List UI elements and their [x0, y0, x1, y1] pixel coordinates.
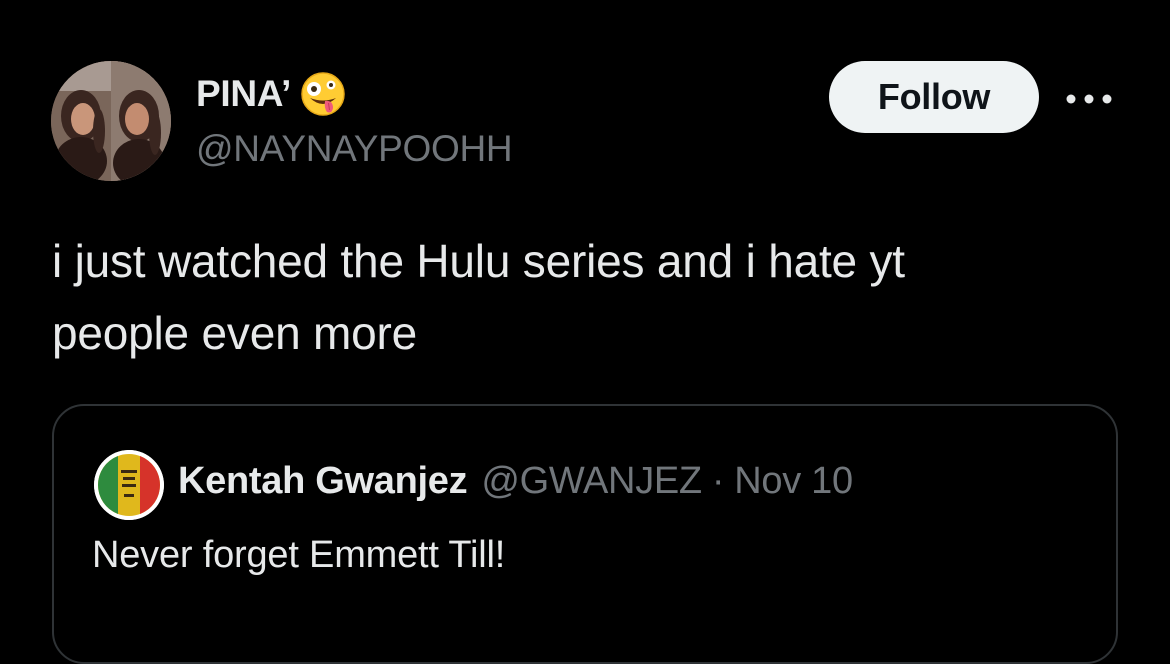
tweet-text-line-2: people even more [52, 307, 418, 359]
quoted-author-avatar[interactable] [94, 450, 164, 520]
author-handle[interactable]: @NAYNAYPOOHH [196, 128, 513, 170]
quoted-tweet-text: Never forget Emmett Till! [92, 534, 506, 576]
tweet-text-line-1: i just watched the Hulu series and i hat… [52, 235, 905, 287]
quoted-tweet-card[interactable]: Kentah Gwanjez @GWANJEZ · Nov 10 Never f… [52, 404, 1118, 664]
author-avatar[interactable] [51, 61, 171, 181]
rasta-flag-avatar-icon [94, 450, 164, 520]
zany-face-emoji-icon [301, 72, 345, 116]
follow-button[interactable]: Follow [829, 61, 1039, 133]
quoted-tweet-header: Kentah Gwanjez @GWANJEZ · Nov 10 [178, 456, 853, 506]
more-options-button[interactable] [1064, 84, 1114, 114]
author-display-name[interactable]: PINA’ [196, 73, 291, 115]
quoted-tweet-date[interactable]: Nov 10 [734, 460, 853, 503]
avatar-photo [51, 61, 171, 181]
quoted-author-name[interactable]: Kentah Gwanjez [178, 460, 468, 503]
more-horizontal-icon [1066, 94, 1112, 104]
author-name-row: PINA’ [196, 70, 347, 118]
tweet-text: i just watched the Hulu series and i hat… [52, 225, 1132, 369]
quoted-author-handle[interactable]: @GWANJEZ [481, 460, 702, 503]
quoted-separator-dot: · [711, 459, 725, 502]
